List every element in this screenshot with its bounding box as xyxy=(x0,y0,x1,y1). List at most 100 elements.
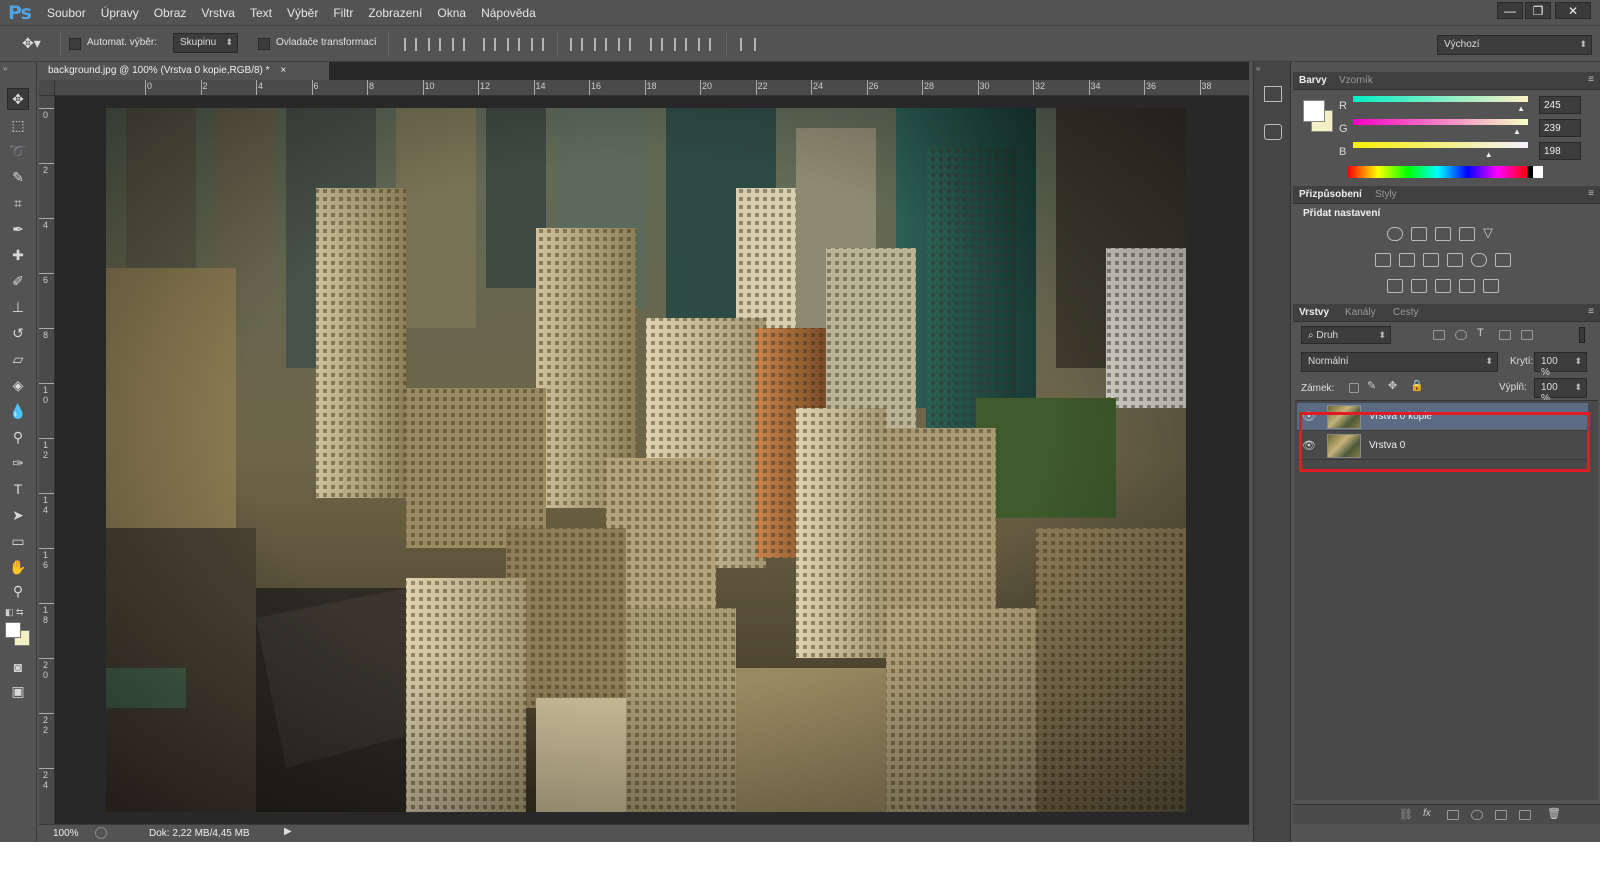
default-colors-icon[interactable]: ◧ ⇆ xyxy=(5,607,24,618)
clone-stamp-tool-icon[interactable]: ⊥ xyxy=(7,296,29,318)
minimize-button[interactable]: — xyxy=(1497,2,1523,19)
status-menu-arrow-icon[interactable]: ▶ xyxy=(284,826,292,837)
channel-mixer-icon[interactable] xyxy=(1471,253,1487,267)
channel-r-slider[interactable] xyxy=(1353,96,1528,102)
new-adjustment-layer-icon[interactable] xyxy=(1471,810,1483,820)
vertical-ruler[interactable]: 0 2 4 6 8 1 0 1 2 1 4 1 6 1 8 2 0 2 2 2 4 xyxy=(39,96,55,826)
path-select-tool-icon[interactable]: ➤ xyxy=(7,504,29,526)
horizontal-ruler[interactable]: 0 2 4 6 8 10 12 14 16 18 20 22 24 26 28 30 32 34 36 38 xyxy=(55,80,1249,96)
eyedropper-tool-icon[interactable]: ✒ xyxy=(7,218,29,240)
menu-layer[interactable]: Vrstva xyxy=(201,6,235,20)
auto-select-checkbox[interactable] xyxy=(69,38,81,50)
distribute-hcenter-icon[interactable] xyxy=(674,38,687,51)
exposure-icon[interactable] xyxy=(1459,227,1475,241)
new-group-icon[interactable] xyxy=(1495,810,1507,820)
color-lookup-icon[interactable] xyxy=(1495,253,1511,267)
align-top-icon[interactable] xyxy=(404,38,417,51)
layer-style-icon[interactable]: fx xyxy=(1423,808,1431,819)
distribute-left-icon[interactable] xyxy=(650,38,663,51)
channel-r-thumb[interactable]: ▲ xyxy=(1517,104,1525,113)
color-spectrum-bar[interactable] xyxy=(1348,166,1543,178)
shape-tool-icon[interactable]: ▭ xyxy=(7,530,29,552)
crop-tool-icon[interactable]: ⌗ xyxy=(7,192,29,214)
auto-select-dropdown[interactable]: Skupinu xyxy=(173,33,238,53)
quick-select-tool-icon[interactable]: ✎ xyxy=(7,166,29,188)
link-layers-icon[interactable]: ⛓ xyxy=(1399,808,1413,821)
tab-adjustments[interactable]: Přizpůsobení xyxy=(1299,189,1362,200)
channel-b-value[interactable]: 198 xyxy=(1539,142,1581,160)
menu-file[interactable]: Soubor xyxy=(47,6,86,20)
add-mask-icon[interactable] xyxy=(1447,810,1459,820)
properties-panel-icon[interactable] xyxy=(1264,124,1282,140)
pen-tool-icon[interactable]: ✑ xyxy=(7,452,29,474)
tab-styles[interactable]: Styly xyxy=(1375,189,1397,200)
collapse-icon[interactable]: » xyxy=(3,64,7,73)
eraser-tool-icon[interactable]: ▱ xyxy=(7,348,29,370)
lasso-tool-icon[interactable]: ➰ xyxy=(7,140,29,162)
restore-button[interactable]: ❐ xyxy=(1525,2,1551,19)
menu-edit[interactable]: Úpravy xyxy=(101,6,139,20)
vibrance-icon[interactable]: ▽ xyxy=(1483,226,1499,241)
hue-saturation-icon[interactable] xyxy=(1375,253,1391,267)
menu-window[interactable]: Okna xyxy=(437,6,466,20)
filter-toggle[interactable] xyxy=(1579,327,1585,343)
levels-icon[interactable] xyxy=(1411,227,1427,241)
tab-layers[interactable]: Vrstvy xyxy=(1299,307,1329,318)
align-right-icon[interactable] xyxy=(531,38,544,51)
move-tool-preset-icon[interactable]: ✥▾ xyxy=(22,35,41,52)
hand-tool-icon[interactable]: ✋ xyxy=(7,556,29,578)
foreground-color-swatch[interactable] xyxy=(5,622,21,638)
blend-mode-dropdown[interactable]: Normální xyxy=(1301,352,1498,372)
tab-colors[interactable]: Barvy xyxy=(1299,75,1327,86)
channel-b-slider[interactable] xyxy=(1353,142,1528,148)
history-brush-tool-icon[interactable]: ↺ xyxy=(7,322,29,344)
close-document-icon[interactable]: × xyxy=(280,65,286,76)
channel-g-thumb[interactable]: ▲ xyxy=(1513,127,1521,136)
channel-g-value[interactable]: 239 xyxy=(1539,119,1581,137)
zoom-tool-icon[interactable]: ⚲ xyxy=(7,580,29,602)
posterize-icon[interactable] xyxy=(1411,279,1427,293)
filter-type-icon[interactable]: T xyxy=(1477,327,1484,339)
transform-controls-checkbox[interactable] xyxy=(258,38,270,50)
workspace-dropdown[interactable]: Výchozí xyxy=(1437,35,1592,55)
brightness-contrast-icon[interactable] xyxy=(1387,227,1403,241)
zoom-level[interactable]: 100% xyxy=(53,828,79,839)
invert-icon[interactable] xyxy=(1387,279,1403,293)
photo-filter-icon[interactable] xyxy=(1447,253,1463,267)
delete-layer-icon[interactable]: 🗑 xyxy=(1547,807,1561,820)
black-white-icon[interactable] xyxy=(1423,253,1439,267)
type-tool-icon[interactable]: T xyxy=(7,478,29,500)
close-button[interactable]: ✕ xyxy=(1555,2,1591,19)
blur-tool-icon[interactable]: 💧 xyxy=(7,400,29,422)
gradient-map-icon[interactable] xyxy=(1483,279,1499,293)
channel-b-thumb[interactable]: ▲ xyxy=(1485,150,1493,159)
distribute-bottom-icon[interactable] xyxy=(618,38,631,51)
lock-position-icon[interactable]: ✥ xyxy=(1388,379,1397,392)
menu-help[interactable]: Nápověda xyxy=(481,6,536,20)
tab-swatches[interactable]: Vzorník xyxy=(1339,75,1373,86)
auto-align-icon[interactable] xyxy=(740,38,756,51)
ruler-origin[interactable] xyxy=(39,80,55,96)
distribute-right-icon[interactable] xyxy=(698,38,711,51)
screen-mode-icon[interactable]: ▣ xyxy=(7,680,29,702)
tab-channels[interactable]: Kanály xyxy=(1345,307,1376,318)
align-hcenter-icon[interactable] xyxy=(507,38,520,51)
document-tab[interactable]: background.jpg @ 100% (Vrstva 0 kopie,RG… xyxy=(39,62,329,80)
healing-brush-tool-icon[interactable]: ✚ xyxy=(7,244,29,266)
filter-smart-object-icon[interactable] xyxy=(1521,330,1533,340)
menu-image[interactable]: Obraz xyxy=(154,6,187,20)
fill-field[interactable]: 100 % xyxy=(1534,378,1587,404)
lock-transparent-icon[interactable] xyxy=(1349,383,1359,393)
distribute-vcenter-icon[interactable] xyxy=(594,38,607,51)
status-icon[interactable] xyxy=(95,827,107,839)
opacity-field[interactable]: 100 % xyxy=(1534,352,1587,378)
align-left-icon[interactable] xyxy=(483,38,496,51)
panel-menu-icon[interactable]: ≡ xyxy=(1588,188,1594,199)
menu-view[interactable]: Zobrazení xyxy=(368,6,422,20)
canvas-image[interactable] xyxy=(106,108,1186,812)
align-vcenter-icon[interactable] xyxy=(428,38,441,51)
tab-paths[interactable]: Cesty xyxy=(1393,307,1419,318)
channel-g-slider[interactable] xyxy=(1353,119,1528,125)
filter-shape-icon[interactable] xyxy=(1499,330,1511,340)
paint-bucket-tool-icon[interactable]: ◈ xyxy=(7,374,29,396)
